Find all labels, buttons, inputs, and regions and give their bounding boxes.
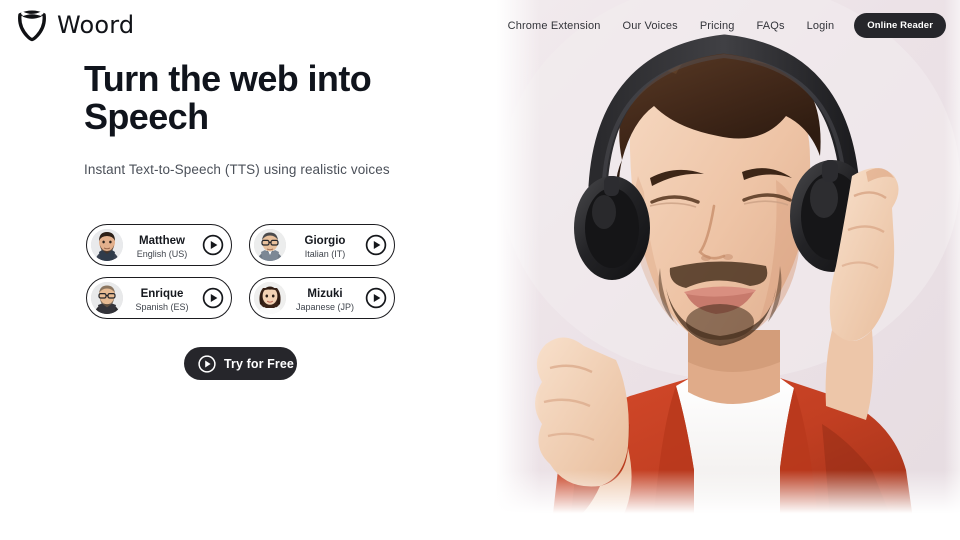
avatar-mizuki [254,282,286,314]
nav-link-pricing[interactable]: Pricing [689,16,746,36]
avatar-giorgio [254,229,286,261]
brand-logo[interactable]: Woord [16,8,134,42]
nav-link-our-voices[interactable]: Our Voices [612,16,689,36]
play-icon[interactable] [202,287,224,309]
nav-link-login[interactable]: Login [796,16,846,36]
voice-name: Enrique [140,287,184,300]
voice-card-text: Giorgio Italian (IT) [286,231,365,260]
voice-card-text: Mizuki Japanese (JP) [286,284,365,313]
play-icon [198,354,216,373]
try-for-free-button[interactable]: Try for Free [184,347,297,380]
voice-card-row: Matthew English (US) Giorgio Italian (IT… [86,224,396,266]
nav-link-chrome-extension[interactable]: Chrome Extension [497,16,612,36]
voice-card-row: Enrique Spanish (ES) Mizuki Japanese (JP… [86,277,396,319]
online-reader-button[interactable]: Online Reader [854,13,946,38]
avatar-matthew [91,229,123,261]
headline-line-2: Speech [84,95,209,137]
play-icon[interactable] [365,234,387,256]
voice-card-matthew[interactable]: Matthew English (US) [86,224,232,266]
voice-name: Matthew [139,234,185,247]
voice-language: Italian (IT) [304,249,346,260]
voice-card-giorgio[interactable]: Giorgio Italian (IT) [249,224,395,266]
voice-card-text: Enrique Spanish (ES) [123,284,202,313]
shield-logo-icon [16,8,48,42]
voice-card-mizuki[interactable]: Mizuki Japanese (JP) [249,277,395,319]
main-navigation: Chrome Extension Our Voices Pricing FAQs… [497,13,946,38]
hero-photo [480,0,960,540]
voice-name: Giorgio [304,234,346,247]
try-for-free-label: Try for Free [224,356,294,371]
voice-name: Mizuki [307,287,343,300]
hero-subtitle: Instant Text-to-Speech (TTS) using reali… [84,162,390,177]
voice-language: Japanese (JP) [295,302,355,313]
avatar-enrique [91,282,123,314]
play-icon[interactable] [202,234,224,256]
voice-language: English (US) [136,249,188,260]
voice-sample-list: Matthew English (US) Giorgio Italian (IT… [86,224,396,319]
hero-image-panel [480,0,960,540]
headline-line-1: Turn the web into [84,58,372,99]
voice-language: Spanish (ES) [135,302,189,313]
page-title: Turn the web into Speech [84,60,484,136]
voice-card-text: Matthew English (US) [123,231,202,260]
brand-name: Woord [57,11,135,39]
landing-page: Chrome Extension Our Voices Pricing FAQs… [0,0,960,540]
voice-card-enrique[interactable]: Enrique Spanish (ES) [86,277,232,319]
nav-link-faqs[interactable]: FAQs [746,16,796,36]
play-icon[interactable] [365,287,387,309]
